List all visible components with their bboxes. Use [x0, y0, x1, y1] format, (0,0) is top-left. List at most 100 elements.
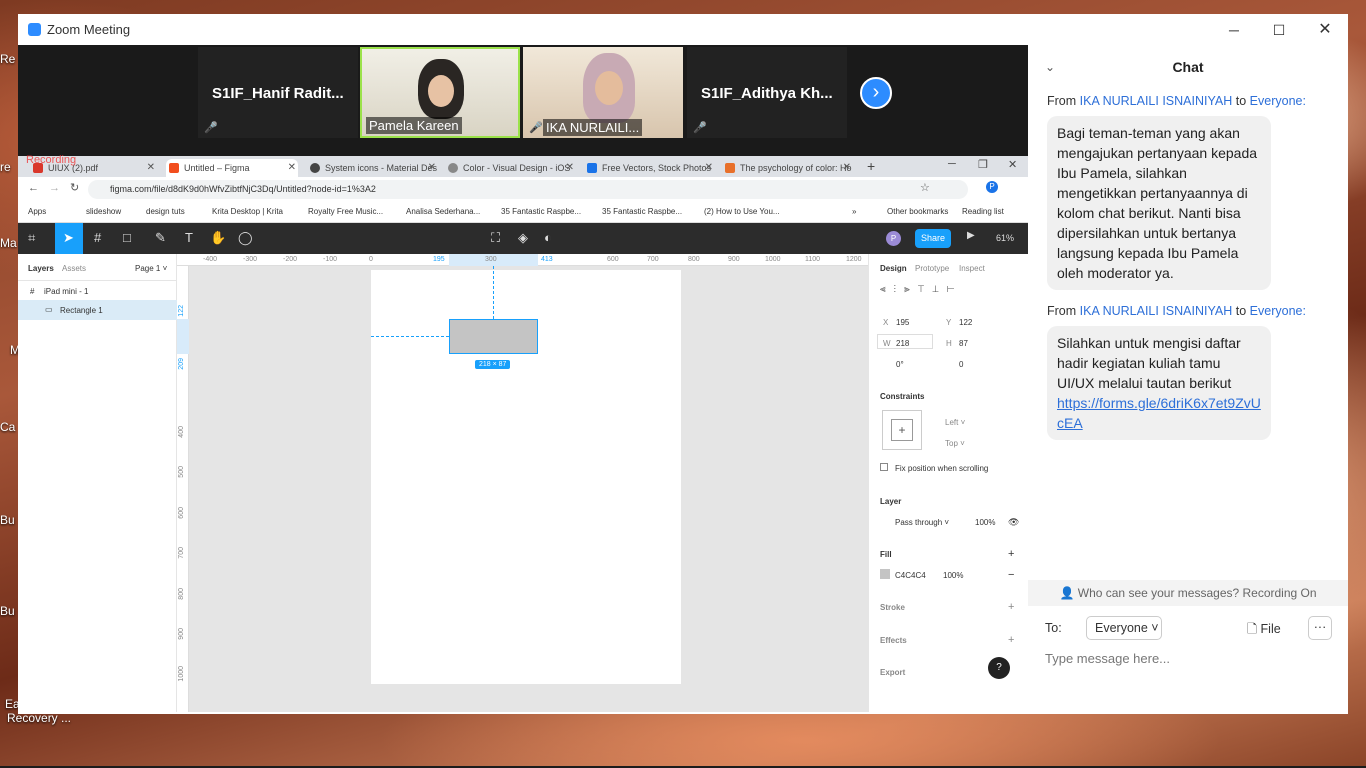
add-fill-icon[interactable]: +: [1008, 548, 1014, 560]
recipient-name[interactable]: Everyone:: [1250, 94, 1306, 108]
layer-rectangle[interactable]: Rectangle 1: [60, 306, 103, 315]
reading-list[interactable]: Reading list: [962, 207, 1004, 216]
desktop-icon-label[interactable]: Bu: [0, 604, 15, 618]
desktop-icon-label[interactable]: Bu: [0, 513, 15, 527]
sender-name[interactable]: IKA NURLAILI ISNAINIYAH: [1080, 94, 1233, 108]
shape-tool-icon[interactable]: □: [123, 230, 131, 245]
inspect-tab[interactable]: Inspect: [959, 264, 985, 273]
help-button[interactable]: ?: [988, 657, 1010, 679]
bookmark-item[interactable]: slideshow: [86, 207, 121, 216]
user-avatar[interactable]: P: [886, 231, 901, 246]
constraint-horizontal[interactable]: Left ˅: [945, 418, 965, 427]
minimize-button[interactable]: ─: [1219, 19, 1249, 41]
bookmark-item[interactable]: Apps: [28, 207, 46, 216]
bookmark-star-icon[interactable]: ☆: [920, 181, 930, 194]
close-tab-icon[interactable]: ✕: [428, 159, 436, 177]
constraint-widget[interactable]: +: [882, 410, 922, 450]
bookmark-item[interactable]: 35 Fantastic Raspbe...: [602, 207, 682, 216]
design-tab[interactable]: Design: [880, 264, 907, 273]
remove-fill-icon[interactable]: −: [1008, 569, 1014, 581]
add-effect-icon[interactable]: +: [1008, 634, 1014, 646]
component-icon[interactable]: ◈: [518, 230, 528, 246]
comment-tool-icon[interactable]: ◯: [238, 230, 253, 246]
participant-tile[interactable]: S1IF_Adithya Kh... 🎤: [687, 47, 847, 138]
rotation-input[interactable]: 0°: [896, 360, 904, 369]
recipient-name[interactable]: Everyone:: [1250, 304, 1306, 318]
page-select[interactable]: Page 1 ˅: [135, 264, 167, 273]
recipient-select[interactable]: Everyone ˅: [1086, 616, 1162, 640]
constraint-vertical[interactable]: Top ˅: [945, 439, 965, 448]
participant-tile[interactable]: 🎤 IKA NURLAILI...: [523, 47, 683, 138]
frame-tool-icon[interactable]: #: [94, 230, 101, 245]
window-max-icon[interactable]: ❐: [978, 158, 988, 171]
form-link[interactable]: https://forms.gle/6driK6x7et9ZvUcEA: [1057, 395, 1261, 431]
pen-tool-icon[interactable]: ✎: [155, 230, 166, 246]
fill-swatch[interactable]: [880, 569, 890, 579]
layer-frame[interactable]: iPad mini - 1: [44, 287, 88, 296]
message-input[interactable]: Type message here...: [1045, 651, 1170, 666]
browser-tab[interactable]: System icons - Material Des ✕: [307, 159, 438, 177]
close-button[interactable]: ✕: [1310, 19, 1340, 41]
recording-notice[interactable]: 👤 Who can see your messages? Recording O…: [1028, 580, 1348, 606]
x-input[interactable]: 195: [896, 318, 909, 327]
window-close-icon[interactable]: ✕: [1008, 158, 1017, 171]
figma-canvas[interactable]: -400 -300 -200 -100 0 195 300 413 600 70…: [177, 254, 868, 712]
forward-icon[interactable]: →: [49, 182, 60, 194]
contrast-icon[interactable]: ◐: [544, 230, 552, 245]
desktop-icon-label[interactable]: re: [0, 160, 11, 174]
align-icons[interactable]: ⫷⫶⫸⊤⊥⊢: [880, 284, 962, 295]
bookmark-item[interactable]: (2) How to Use You...: [704, 207, 780, 216]
desktop-icon-label[interactable]: Re: [0, 52, 15, 66]
bookmark-item[interactable]: 35 Fantastic Raspbe...: [501, 207, 581, 216]
prototype-tab[interactable]: Prototype: [915, 264, 949, 273]
layers-tab[interactable]: Layers: [28, 264, 54, 273]
file-button[interactable]: 🗋 File: [1247, 620, 1281, 641]
fix-position-checkbox[interactable]: [880, 463, 888, 471]
assets-tab[interactable]: Assets: [62, 264, 86, 273]
add-stroke-icon[interactable]: +: [1008, 601, 1014, 613]
bookmark-item[interactable]: Analisa Sederhana...: [406, 207, 480, 216]
bookmark-folder[interactable]: Other bookmarks: [887, 207, 948, 216]
y-input[interactable]: 122: [959, 318, 972, 327]
present-icon[interactable]: ▶: [967, 230, 975, 241]
browser-tab-active[interactable]: Untitled – Figma ✕: [166, 159, 298, 177]
next-page-button[interactable]: ›: [860, 77, 892, 109]
w-input[interactable]: 218: [896, 339, 909, 348]
crop-icon[interactable]: ⛶: [491, 230, 500, 246]
share-button[interactable]: Share: [915, 229, 951, 248]
close-tab-icon[interactable]: ✕: [566, 159, 574, 177]
eye-icon[interactable]: 👁: [1008, 517, 1019, 528]
maximize-button[interactable]: ☐: [1264, 19, 1294, 41]
browser-tab[interactable]: The psychology of color: Ho ✕: [722, 159, 853, 177]
rectangle-1[interactable]: [449, 319, 538, 354]
browser-tab[interactable]: Free Vectors, Stock Photos ✕: [584, 159, 715, 177]
browser-tab[interactable]: Color - Visual Design - iOS ✕: [445, 159, 576, 177]
participant-tile[interactable]: S1IF_Hanif Radit... 🎤: [198, 47, 358, 138]
blend-mode-select[interactable]: Pass through ˅: [895, 518, 949, 527]
text-tool-icon[interactable]: T: [185, 230, 193, 245]
more-button[interactable]: ···: [1308, 616, 1332, 640]
layer-opacity[interactable]: 100%: [975, 518, 995, 527]
profile-avatar[interactable]: P: [986, 181, 998, 193]
participant-tile-active[interactable]: Pamela Kareen: [360, 47, 520, 138]
radius-input[interactable]: 0: [959, 360, 963, 369]
close-tab-icon[interactable]: ✕: [705, 159, 713, 177]
bookmarks-overflow[interactable]: »: [852, 207, 856, 216]
reload-icon[interactable]: ↻: [70, 181, 79, 194]
new-tab-button[interactable]: +: [867, 158, 875, 174]
close-tab-icon[interactable]: ✕: [147, 159, 155, 177]
bookmark-item[interactable]: Royalty Free Music...: [308, 207, 383, 216]
sender-name[interactable]: IKA NURLAILI ISNAINIYAH: [1080, 304, 1233, 318]
desktop-icon-label[interactable]: Ma: [0, 236, 17, 250]
url-input[interactable]: figma.com/file/d8dK9d0hWfvZibtfNjC3Dq/Un…: [88, 180, 968, 199]
fill-hex[interactable]: C4C4C4: [895, 571, 926, 580]
close-tab-icon[interactable]: ✕: [288, 159, 296, 177]
desktop-icon-label[interactable]: Ca: [0, 420, 15, 434]
h-input[interactable]: 87: [959, 339, 968, 348]
fill-opacity[interactable]: 100%: [943, 571, 963, 580]
bookmark-item[interactable]: design tuts: [146, 207, 185, 216]
figma-menu-icon[interactable]: ⌗: [28, 230, 35, 246]
back-icon[interactable]: ←: [28, 182, 39, 194]
bookmark-item[interactable]: Krita Desktop | Krita: [212, 207, 283, 216]
zoom-level[interactable]: 61%: [996, 233, 1014, 243]
